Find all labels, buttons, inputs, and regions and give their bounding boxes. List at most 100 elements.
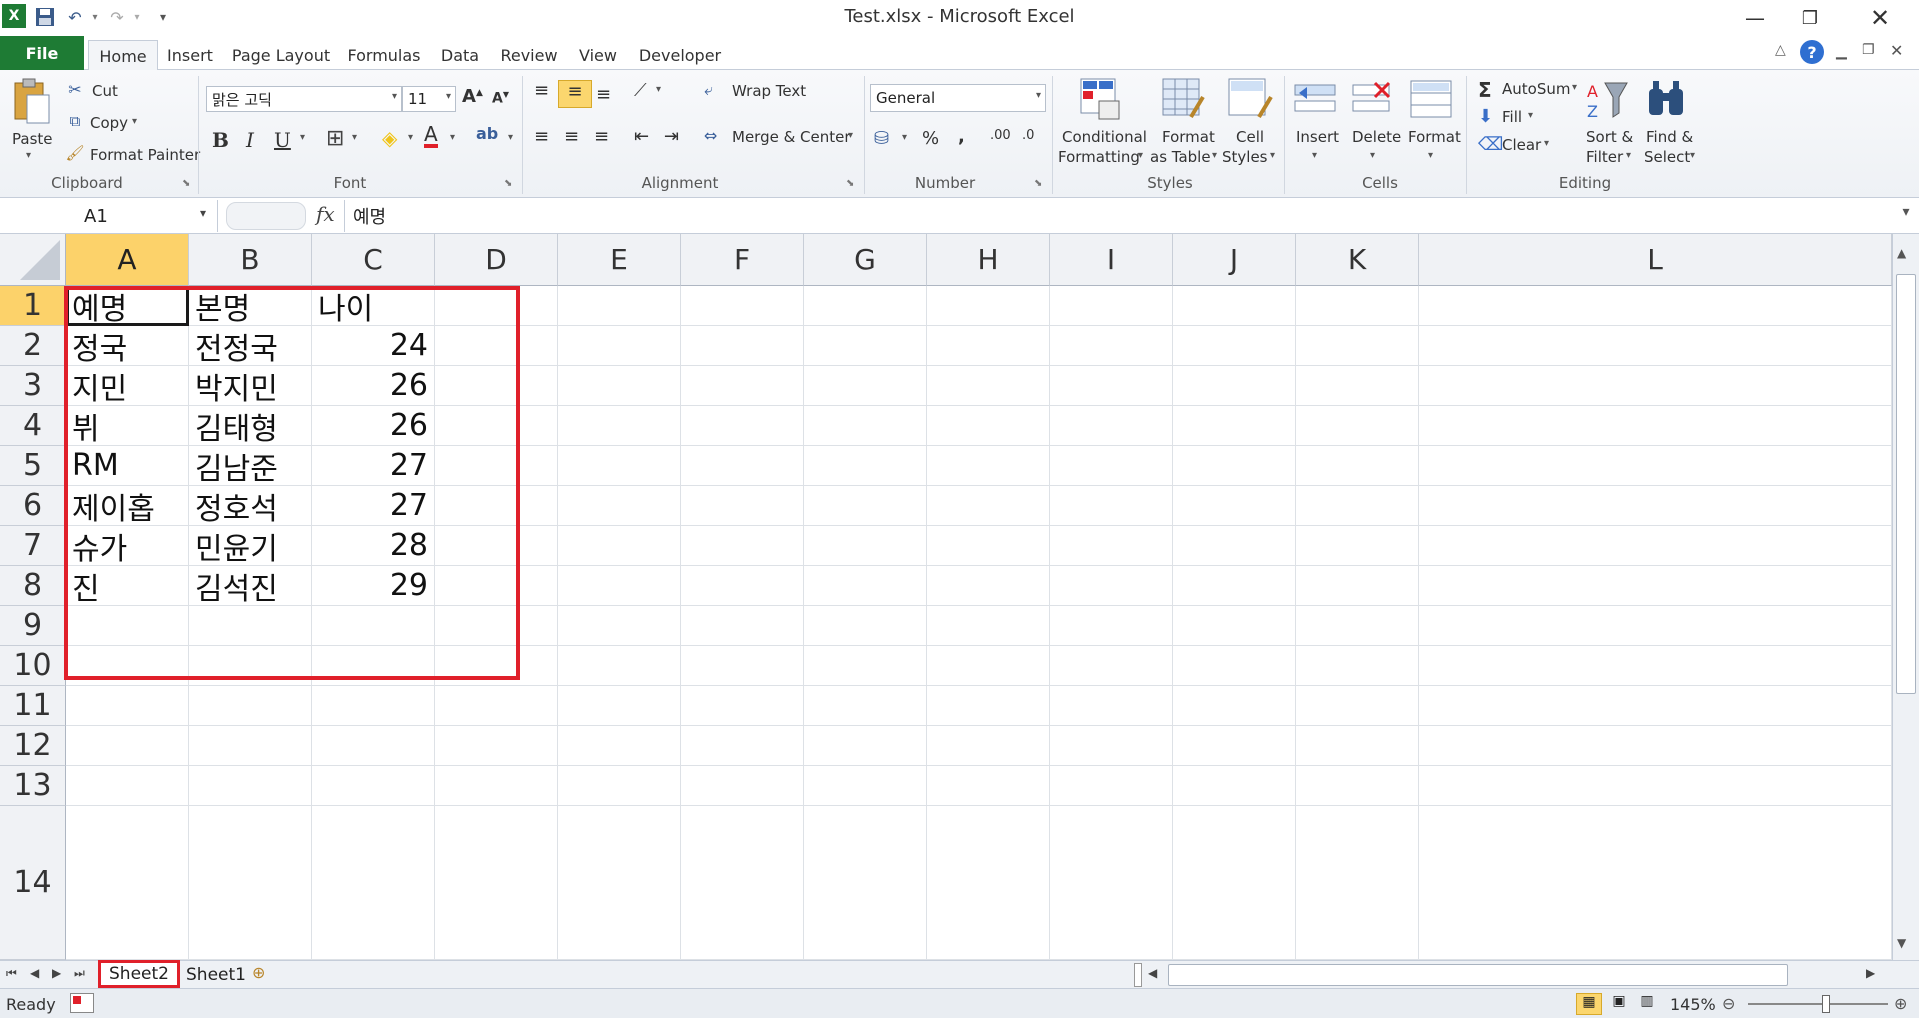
row-header-4[interactable]: 4 xyxy=(0,406,66,446)
autosum-dropdown-icon[interactable]: ▾ xyxy=(1572,82,1577,93)
cell-d4[interactable] xyxy=(435,406,558,446)
expand-formula-bar-icon[interactable]: ▾ xyxy=(1896,204,1916,228)
insert-cells-button[interactable]: Insert xyxy=(1296,128,1339,146)
cell-e9[interactable] xyxy=(558,606,681,646)
sort-filter-label2[interactable]: Filter xyxy=(1586,148,1623,166)
column-header-l[interactable]: L xyxy=(1419,234,1892,286)
align-right-icon[interactable]: ≡ xyxy=(594,126,609,147)
cell-i14[interactable] xyxy=(1050,806,1173,960)
cell-f5[interactable] xyxy=(681,446,804,486)
merge-center-icon[interactable]: ⇔ xyxy=(704,126,717,145)
wb-minimize-icon[interactable]: ▁ xyxy=(1836,44,1847,60)
cell-j7[interactable] xyxy=(1173,526,1296,566)
cell-i6[interactable] xyxy=(1050,486,1173,526)
cell-l6[interactable] xyxy=(1419,486,1892,526)
format-cells-button[interactable]: Format xyxy=(1408,128,1461,146)
select-all-corner[interactable] xyxy=(0,234,66,286)
cell-g3[interactable] xyxy=(804,366,927,406)
cell-j8[interactable] xyxy=(1173,566,1296,606)
cell-b1[interactable]: 본명 xyxy=(189,286,312,326)
cell-h3[interactable] xyxy=(927,366,1050,406)
cell-f14[interactable] xyxy=(681,806,804,960)
cell-c12[interactable] xyxy=(312,726,435,766)
cell-j5[interactable] xyxy=(1173,446,1296,486)
column-header-c[interactable]: C xyxy=(312,234,435,286)
cell-d1[interactable] xyxy=(435,286,558,326)
cell-g4[interactable] xyxy=(804,406,927,446)
clear-button[interactable]: Clear xyxy=(1502,136,1541,154)
cell-e3[interactable] xyxy=(558,366,681,406)
cell-b7[interactable]: 민윤기 xyxy=(189,526,312,566)
cell-h7[interactable] xyxy=(927,526,1050,566)
cell-g2[interactable] xyxy=(804,326,927,366)
tab-developer[interactable]: Developer xyxy=(634,40,726,70)
column-header-h[interactable]: H xyxy=(927,234,1050,286)
clear-dropdown-icon[interactable]: ▾ xyxy=(1544,138,1549,149)
cell-d9[interactable] xyxy=(435,606,558,646)
tab-data[interactable]: Data xyxy=(434,40,486,70)
delete-dropdown-icon[interactable]: ▾ xyxy=(1370,150,1375,161)
cell-c10[interactable] xyxy=(312,646,435,686)
cell-f11[interactable] xyxy=(681,686,804,726)
cell-styles-label2[interactable]: Styles xyxy=(1222,148,1268,166)
align-bottom-icon[interactable]: ≡ xyxy=(596,84,611,105)
cell-d2[interactable] xyxy=(435,326,558,366)
cell-a7[interactable]: 슈가 xyxy=(66,526,189,566)
merge-center-button[interactable]: Merge & Center xyxy=(732,128,851,146)
zoom-in-icon[interactable]: ⊕ xyxy=(1894,994,1907,1013)
grow-font-icon[interactable]: A▲ xyxy=(462,86,483,107)
percent-style-icon[interactable]: % xyxy=(922,128,939,149)
number-format-dropdown-icon[interactable]: ▾ xyxy=(1036,90,1041,101)
close-icon[interactable]: ✕ xyxy=(1860,4,1900,32)
cell-l10[interactable] xyxy=(1419,646,1892,686)
cell-j13[interactable] xyxy=(1173,766,1296,806)
page-layout-view-icon[interactable]: ▣ xyxy=(1606,993,1632,1015)
cell-e14[interactable] xyxy=(558,806,681,960)
row-header-10[interactable]: 10 xyxy=(0,646,66,686)
cell-a5[interactable]: RM xyxy=(66,446,189,486)
row-header-1[interactable]: 1 xyxy=(0,286,66,326)
cell-f8[interactable] xyxy=(681,566,804,606)
zoom-out-icon[interactable]: ⊖ xyxy=(1722,994,1735,1013)
scroll-right-icon[interactable]: ▶ xyxy=(1866,966,1875,980)
restore-icon[interactable]: ❐ xyxy=(1790,4,1830,32)
cell-e10[interactable] xyxy=(558,646,681,686)
tab-review[interactable]: Review xyxy=(496,40,562,70)
clear-icon[interactable]: ⌫ xyxy=(1478,134,1503,155)
cell-d5[interactable] xyxy=(435,446,558,486)
cell-l9[interactable] xyxy=(1419,606,1892,646)
conditional-dropdown-icon[interactable]: ▾ xyxy=(1138,150,1143,161)
merge-dropdown-icon[interactable]: ▾ xyxy=(848,130,853,141)
tab-split-handle[interactable] xyxy=(1134,963,1142,987)
wb-restore-icon[interactable]: ❐ xyxy=(1862,42,1875,58)
cell-e5[interactable] xyxy=(558,446,681,486)
cell-j11[interactable] xyxy=(1173,686,1296,726)
column-header-b[interactable]: B xyxy=(189,234,312,286)
row-header-9[interactable]: 9 xyxy=(0,606,66,646)
copy-dropdown-icon[interactable]: ▾ xyxy=(132,116,137,127)
tab-formulas[interactable]: Formulas xyxy=(344,40,424,70)
cell-j10[interactable] xyxy=(1173,646,1296,686)
font-size-dropdown-icon[interactable]: ▾ xyxy=(446,91,451,102)
cell-c11[interactable] xyxy=(312,686,435,726)
conditional-formatting-label1[interactable]: Conditional xyxy=(1062,128,1147,146)
cell-g6[interactable] xyxy=(804,486,927,526)
underline-dropdown-icon[interactable]: ▾ xyxy=(300,132,305,143)
cell-l8[interactable] xyxy=(1419,566,1892,606)
cell-a6[interactable]: 제이홉 xyxy=(66,486,189,526)
scroll-down-icon[interactable]: ▼ xyxy=(1897,936,1906,950)
clipboard-launcher-icon[interactable]: ⬊ xyxy=(182,178,190,189)
cell-b8[interactable]: 김석진 xyxy=(189,566,312,606)
cell-l5[interactable] xyxy=(1419,446,1892,486)
cell-h12[interactable] xyxy=(927,726,1050,766)
conditional-formatting-icon[interactable] xyxy=(1078,76,1122,122)
tab-page-layout[interactable]: Page Layout xyxy=(228,40,334,70)
increase-decimal-icon[interactable]: .00 xyxy=(990,128,1011,143)
cell-g14[interactable] xyxy=(804,806,927,960)
minimize-icon[interactable]: — xyxy=(1735,4,1775,32)
cell-f7[interactable] xyxy=(681,526,804,566)
cell-a8[interactable]: 진 xyxy=(66,566,189,606)
phonetic-dropdown-icon[interactable]: ▾ xyxy=(508,132,513,143)
tab-home[interactable]: Home xyxy=(88,40,158,71)
cell-l12[interactable] xyxy=(1419,726,1892,766)
